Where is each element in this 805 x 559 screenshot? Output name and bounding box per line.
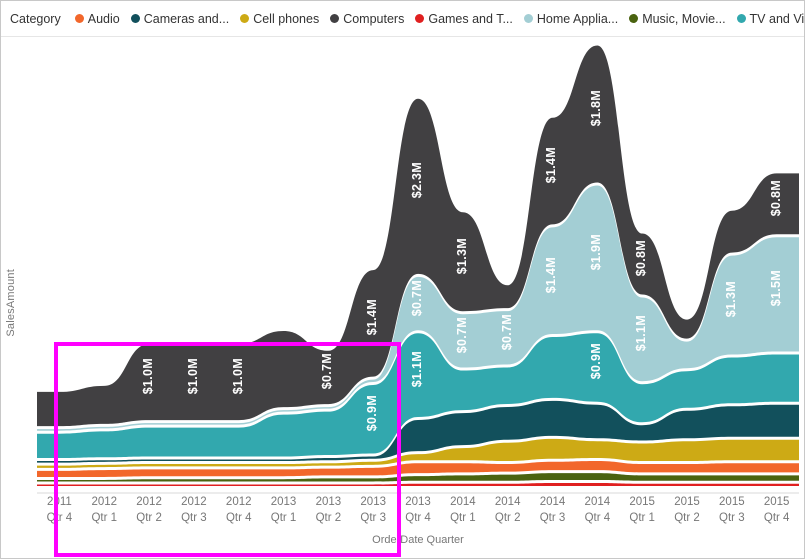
x-axis-tick: 2014 Qtr 3: [530, 494, 575, 534]
x-axis-tick-quarter: Qtr 1: [629, 512, 655, 524]
x-axis-tick-year: 2014: [584, 496, 611, 508]
x-axis-tick-quarter: Qtr 3: [360, 512, 386, 524]
legend-item-audio[interactable]: Audio: [74, 11, 120, 26]
x-axis-tick-quarter: Qtr 1: [91, 512, 118, 524]
legend-item-cell-phones[interactable]: Cell phones: [240, 12, 319, 26]
legend-item-label: Cell phones: [253, 11, 320, 26]
x-axis-tick-year: 2013: [405, 496, 431, 508]
x-axis-tick-quarter: Qtr 4: [405, 512, 431, 524]
x-axis-tick-year: 2015: [629, 496, 655, 508]
x-axis-tick: 2012 Qtr 2: [127, 494, 172, 534]
x-axis-tick: 2012 Qtr 3: [171, 494, 216, 534]
legend-item-label: Audio: [87, 11, 120, 26]
legend-color-swatch: [736, 14, 746, 23]
x-axis-tick-quarter: Qtr 2: [136, 512, 162, 524]
x-axis-tick: 2012 Qtr 1: [82, 494, 127, 534]
x-axis-tick: 2015 Qtr 3: [709, 494, 754, 534]
x-axis-tick-year: 2013: [315, 496, 342, 508]
legend-color-swatch: [629, 14, 639, 23]
chart-canvas: [37, 45, 799, 494]
legend-items: Audio Cameras and... Cell phones Computers G…: [74, 11, 805, 26]
x-axis-tick-year: 2015: [674, 496, 700, 508]
x-axis-title: OrderDate Quarter: [372, 534, 464, 546]
legend-item-games-and-t[interactable]: Games and T...: [415, 12, 513, 26]
legend-color-swatch: [240, 14, 250, 23]
x-axis-tick-quarter: Qtr 2: [315, 512, 342, 524]
x-axis-tick-quarter: Qtr 4: [584, 512, 611, 524]
legend-item-label: Games and T...: [428, 11, 513, 26]
x-axis-tick-quarter: Qtr 1: [270, 512, 297, 524]
x-axis-tick-year: 2014: [450, 496, 476, 508]
x-axis-tick: 2015 Qtr 1: [620, 494, 665, 534]
y-axis-title: SalesAmount: [5, 269, 17, 337]
x-axis-tick: 2015 Qtr 4: [754, 494, 799, 534]
x-axis-tick-quarter: Qtr 4: [763, 512, 790, 524]
legend-color-swatch: [74, 14, 84, 23]
x-axis-tick-labels: 2011 Qtr 4 2012 Qtr 1 2012 Qtr 2 2012 Qtr 3 2012…: [37, 494, 799, 534]
area-series-audio[interactable]: [37, 460, 799, 477]
x-axis-tick-quarter: Qtr 3: [719, 512, 745, 524]
legend-color-swatch: [330, 14, 340, 23]
area-series-games-and-t[interactable]: [37, 482, 799, 486]
legend-color-swatch: [130, 14, 140, 23]
x-axis-tick: 2011 Qtr 4: [37, 494, 82, 534]
legend-color-swatch: [415, 14, 425, 23]
legend-item-computers[interactable]: Computers: [330, 12, 404, 26]
x-axis-tick: 2014 Qtr 4: [575, 494, 620, 534]
x-axis-tick-quarter: Qtr 2: [674, 512, 700, 524]
x-axis-tick-year: 2012: [225, 496, 252, 508]
x-axis-tick: 2013 Qtr 2: [306, 494, 351, 534]
x-axis-tick-quarter: Qtr 3: [539, 512, 566, 524]
x-axis-tick: 2014 Qtr 1: [440, 494, 485, 534]
x-axis-tick-quarter: Qtr 3: [181, 512, 207, 524]
x-axis-tick: 2015 Qtr 2: [665, 494, 710, 534]
x-axis-tick-year: 2014: [539, 496, 566, 508]
x-axis-tick-year: 2015: [763, 496, 790, 508]
legend-item-home-applia[interactable]: Home Applia...: [523, 11, 619, 26]
x-axis-tick-year: 2013: [270, 496, 297, 508]
chart-legend: Category Audio Cameras and... Cell phones C…: [1, 1, 805, 37]
legend-item-label: TV and Video: [749, 11, 805, 26]
x-axis-tick-year: 2015: [719, 496, 745, 508]
x-axis-tick-year: 2012: [136, 496, 162, 508]
x-axis-tick: 2013 Qtr 1: [261, 494, 306, 534]
legend-item-tv-and-video[interactable]: TV and Video: [736, 11, 805, 26]
x-axis-tick-year: 2011: [47, 496, 72, 508]
x-axis-tick-year: 2012: [181, 496, 207, 508]
legend-item-cameras-and[interactable]: Cameras and...: [130, 11, 230, 26]
x-axis-tick-quarter: Qtr 4: [225, 512, 252, 524]
stacked-area-chart-visual: Category Audio Cameras and... Cell phones C…: [0, 0, 805, 559]
x-axis-tick-year: 2012: [91, 496, 118, 508]
legend-item-label: Music, Movie...: [642, 11, 726, 26]
legend-item-label: Cameras and...: [143, 11, 230, 26]
x-axis-tick-quarter: Qtr 4: [46, 512, 73, 524]
legend-item-music-movie[interactable]: Music, Movie...: [629, 11, 726, 26]
legend-item-label: Home Applia...: [536, 11, 619, 26]
area-series-group: [37, 45, 799, 486]
x-axis-tick: 2014 Qtr 2: [485, 494, 530, 534]
x-axis-tick: 2012 Qtr 4: [216, 494, 261, 534]
plot-area[interactable]: $1.0M $1.0M $1.0M $0.7M $1.4M $2.3M $1.3M $1.4M…: [1, 37, 804, 558]
legend-title: Category: [10, 11, 61, 26]
x-axis-tick: 2013 Qtr 3: [351, 494, 396, 534]
x-axis-tick: 2013 Qtr 4: [396, 494, 441, 534]
legend-item-label: Computers: [343, 11, 405, 26]
legend-color-swatch: [523, 14, 533, 23]
x-axis-tick-year: 2013: [360, 496, 386, 508]
x-axis-tick-quarter: Qtr 2: [494, 512, 521, 524]
x-axis-tick-year: 2014: [494, 496, 521, 508]
x-axis-tick-quarter: Qtr 1: [450, 512, 476, 524]
